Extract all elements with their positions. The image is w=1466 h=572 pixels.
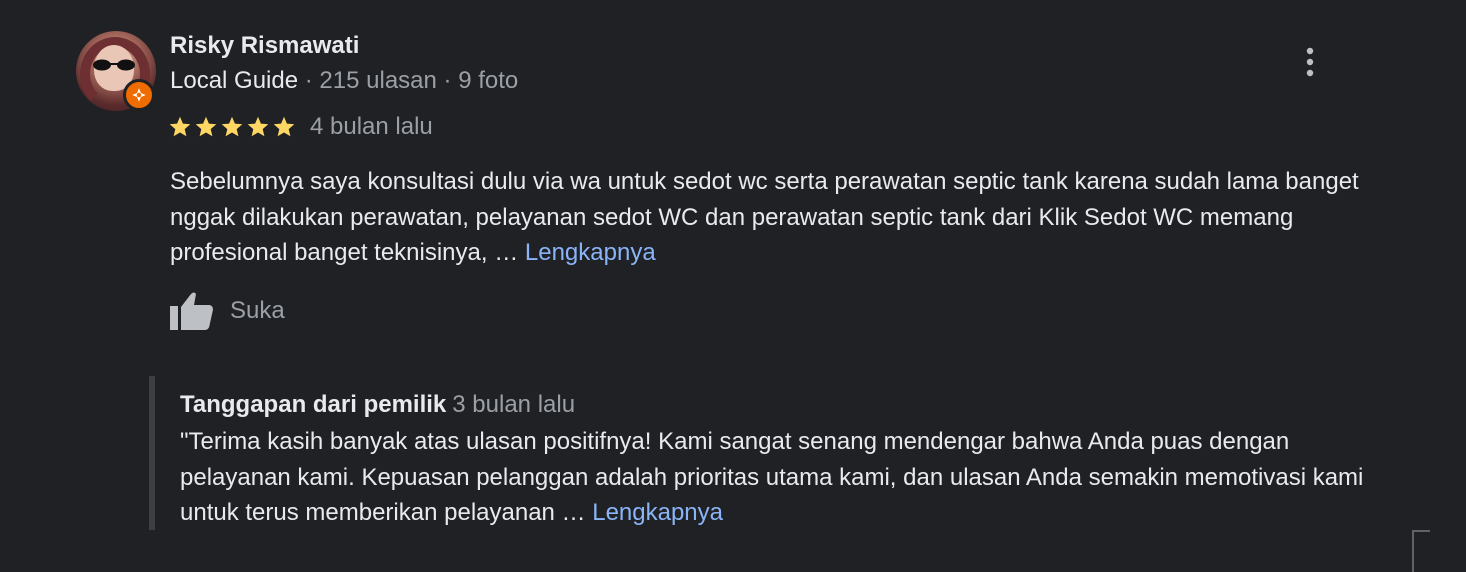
owner-response-time: 3 bulan lalu — [452, 391, 576, 418]
star-icon — [221, 116, 243, 137]
local-guide-label: Local Guide — [170, 67, 299, 94]
local-guide-badge-icon — [123, 79, 155, 111]
thumb-up-icon — [170, 292, 213, 330]
review-card: Risky Rismawati Local Guide · 215 ulasan… — [0, 0, 1466, 572]
reviewer-name[interactable]: Risky Rismawati — [170, 32, 359, 60]
photo-count: 9 foto — [458, 67, 519, 94]
owner-response-title: Tanggapan dari pemilik — [180, 391, 447, 418]
meta-separator: · — [436, 67, 459, 94]
owner-response-more-link[interactable]: Lengkapnya — [592, 499, 723, 526]
star-icon — [273, 116, 295, 137]
like-label: Suka — [230, 297, 285, 324]
avatar-sunglasses — [93, 59, 135, 71]
owner-response-body: "Terima kasih banyak atas ulasan positif… — [180, 428, 1364, 526]
reviewer-meta[interactable]: Local Guide · 215 ulasan · 9 foto — [170, 66, 518, 96]
like-button[interactable]: Suka — [168, 289, 285, 333]
owner-response-text: "Terima kasih banyak atas ulasan positif… — [180, 424, 1400, 531]
owner-response-header: Tanggapan dari pemilik 3 bulan lalu — [180, 390, 575, 420]
review-body: Sebelumnya saya konsultasi dulu via wa u… — [170, 168, 1359, 266]
star-rating — [168, 115, 296, 139]
owner-response-bar — [149, 376, 155, 530]
review-count: 215 ulasan — [319, 67, 437, 94]
more-vert-icon — [1306, 47, 1314, 77]
star-icon — [169, 116, 191, 137]
meta-separator: · — [298, 67, 320, 94]
star-icon — [247, 116, 269, 137]
scrollbar-fragment[interactable] — [1412, 530, 1430, 572]
more-options-button[interactable] — [1290, 40, 1330, 84]
star-icon — [195, 116, 217, 137]
rating-row: 4 bulan lalu — [168, 112, 433, 142]
review-text: Sebelumnya saya konsultasi dulu via wa u… — [170, 164, 1400, 271]
review-time: 4 bulan lalu — [310, 113, 433, 140]
review-more-link[interactable]: Lengkapnya — [525, 239, 656, 266]
